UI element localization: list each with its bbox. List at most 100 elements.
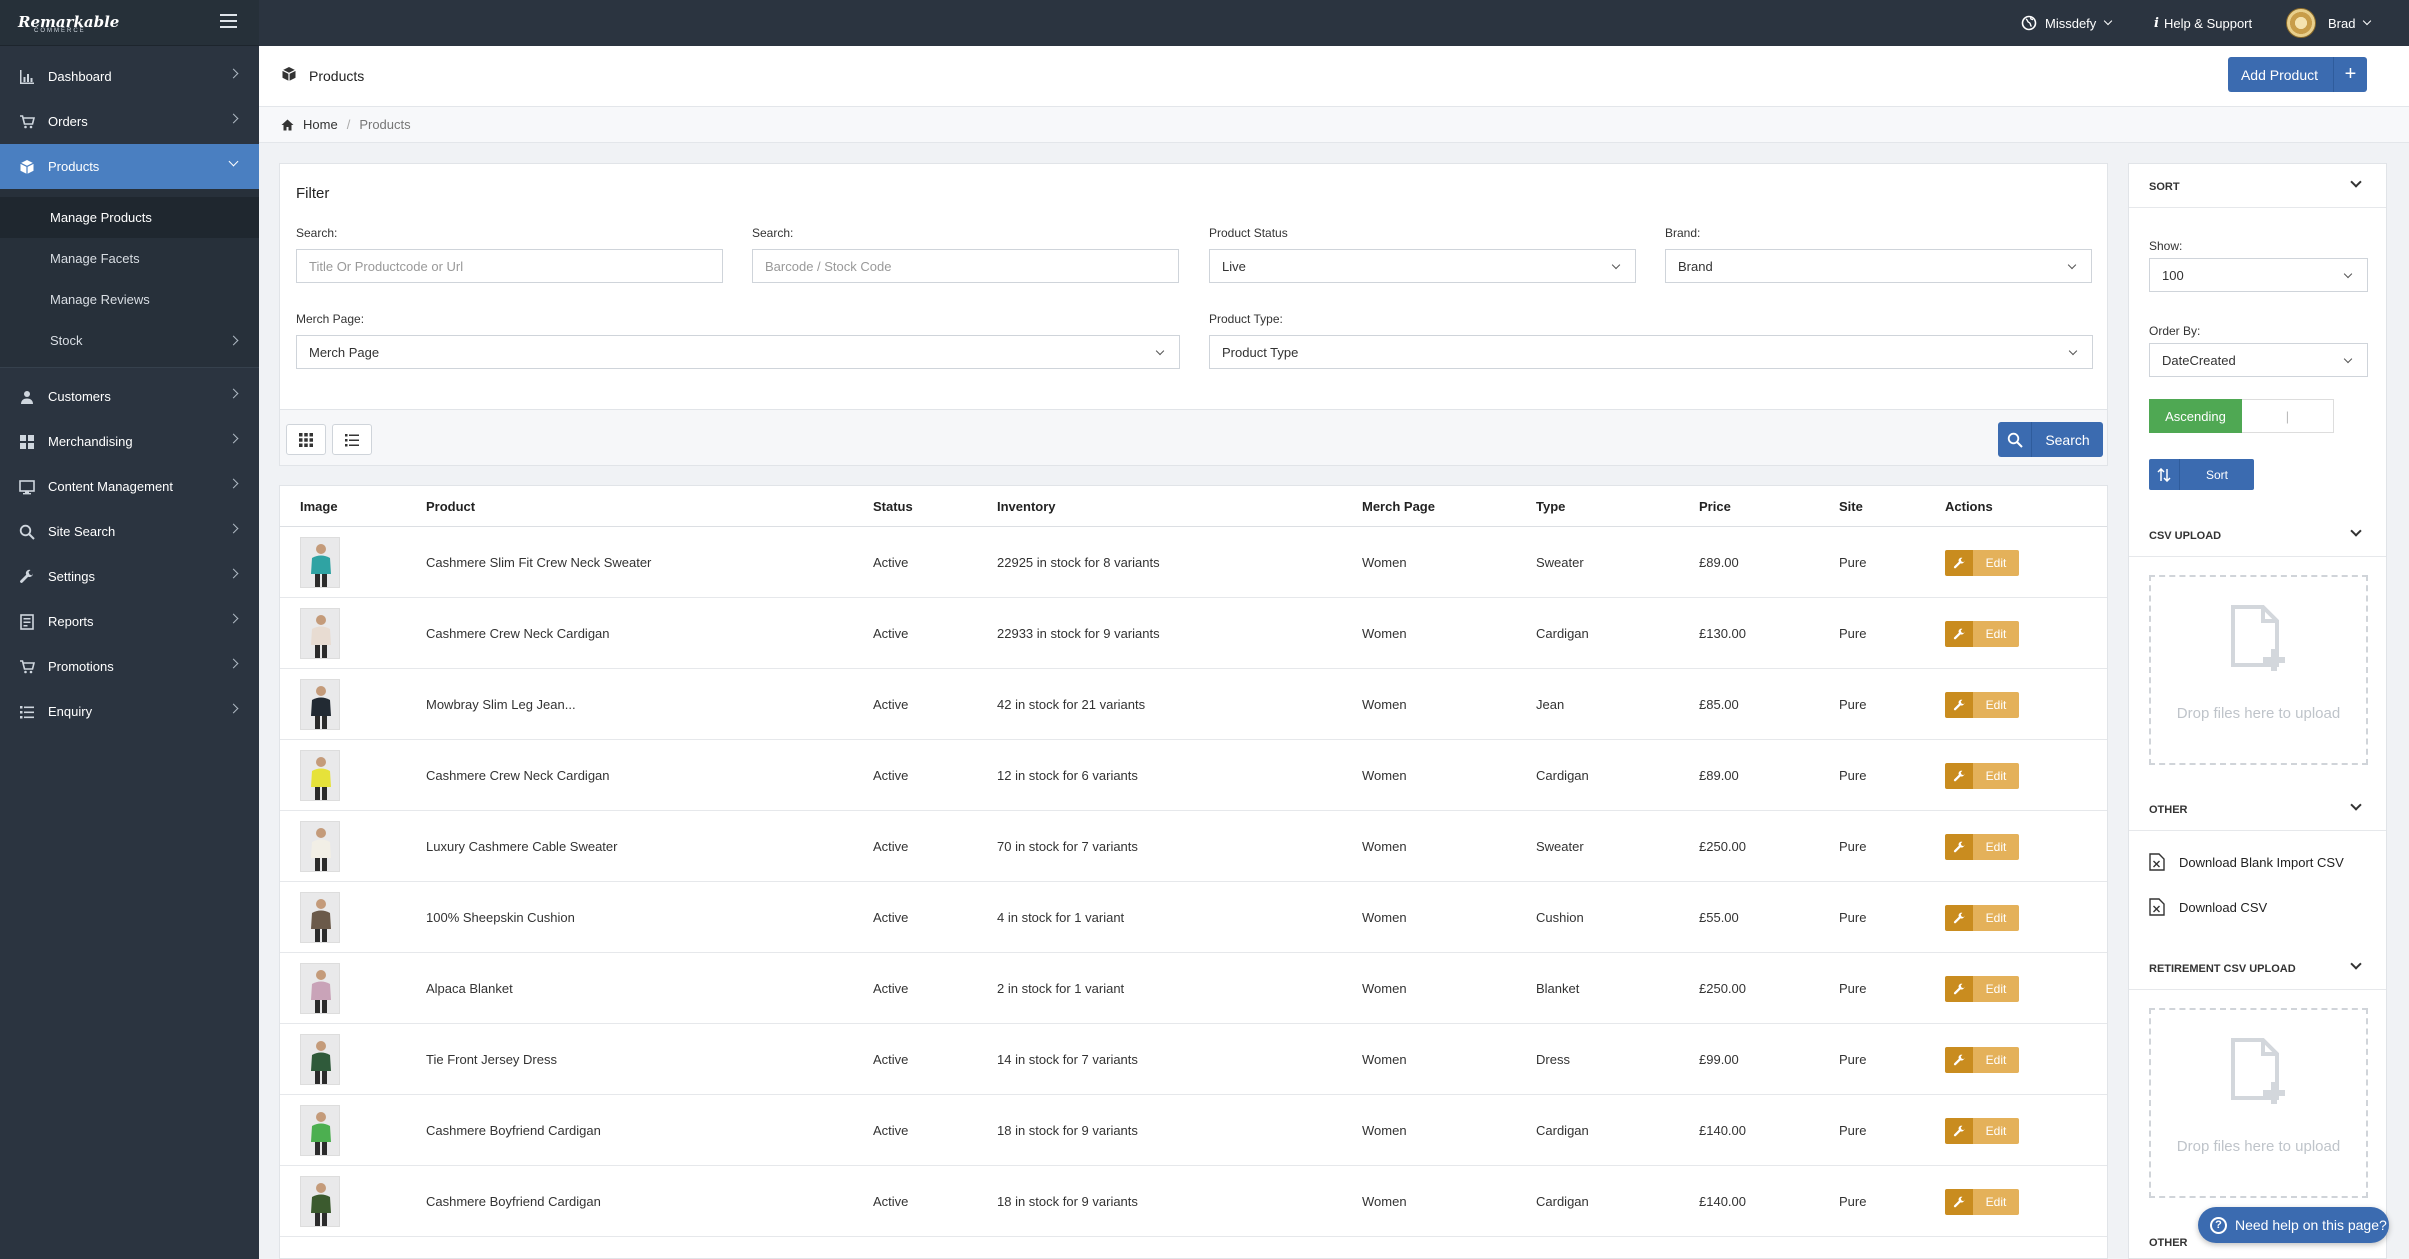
grid-icon	[298, 432, 314, 448]
search-button[interactable]: Search	[1998, 422, 2103, 457]
retirement-csv-section-header[interactable]: RETIREMENT CSV UPLOAD	[2129, 946, 2386, 990]
other-section-header[interactable]: OTHER	[2129, 787, 2386, 831]
download-blank-csv-link[interactable]: Download Blank Import CSV	[2149, 852, 2344, 872]
show-select[interactable]: 100	[2149, 258, 2368, 292]
add-product-button[interactable]: Add Product +	[2228, 57, 2367, 92]
sidebar-item-content-management[interactable]: Content Management	[0, 464, 259, 509]
product-status-value: Live	[1222, 258, 1246, 274]
cell-type: Sweater	[1536, 555, 1584, 570]
grid-view-button[interactable]	[286, 424, 326, 455]
user-menu[interactable]: Brad	[2286, 0, 2372, 46]
sidebar-item-site-search[interactable]: Site Search	[0, 509, 259, 554]
cell-product-name[interactable]: Cashmere Crew Neck Cardigan	[426, 768, 610, 783]
breadcrumb-home[interactable]: Home	[281, 117, 338, 132]
chevron-down-icon	[2350, 799, 2362, 811]
ascending-toggle[interactable]: Ascending |	[2149, 399, 2334, 433]
bar-chart-icon	[18, 68, 36, 86]
cell-type: Dress	[1536, 1052, 1570, 1067]
sidebar-item-label: Reports	[48, 614, 94, 629]
sidebar-item-enquiry[interactable]: Enquiry	[0, 689, 259, 734]
edit-label: Edit	[1973, 1189, 2019, 1215]
product-thumbnail[interactable]	[300, 608, 340, 659]
product-thumbnail[interactable]	[300, 963, 340, 1014]
cell-merch-page: Women	[1362, 697, 1407, 712]
retirement-csv-title: RETIREMENT CSV UPLOAD	[2149, 963, 2296, 975]
help-support-link[interactable]: i Help & Support	[2154, 0, 2252, 46]
hamburger-menu-icon[interactable]	[220, 14, 237, 28]
sort-button[interactable]: Sort	[2149, 459, 2254, 490]
sidebar-subitem-stock[interactable]: Stock	[0, 320, 259, 361]
brand-select[interactable]: Brand	[1665, 249, 2092, 283]
retirement-dropzone[interactable]: Drop files here to upload	[2149, 1008, 2368, 1198]
edit-button[interactable]: Edit	[1945, 692, 2019, 718]
merch-page-select[interactable]: Merch Page	[296, 335, 1180, 369]
table-row: Cashmere Boyfriend Cardigan Active 18 in s…	[280, 1166, 2107, 1237]
table-row: Mowbray Slim Leg Jean... Active 42 in stoc…	[280, 669, 2107, 740]
product-type-select[interactable]: Product Type	[1209, 335, 2093, 369]
cell-type: Sweater	[1536, 839, 1584, 854]
edit-label: Edit	[1973, 763, 2019, 789]
edit-button[interactable]: Edit	[1945, 763, 2019, 789]
sidebar-item-merchandising[interactable]: Merchandising	[0, 419, 259, 464]
cell-site: Pure	[1839, 910, 1867, 925]
edit-button[interactable]: Edit	[1945, 976, 2019, 1002]
logo[interactable]: Remarkable COMMERCE	[0, 0, 259, 46]
edit-button[interactable]: Edit	[1945, 1189, 2019, 1215]
sidebar-item-settings[interactable]: Settings	[0, 554, 259, 599]
cell-merch-page: Women	[1362, 981, 1407, 996]
table-row: Cashmere Boyfriend Cardigan Active 18 in s…	[280, 1095, 2107, 1166]
wrench-icon	[1945, 550, 1973, 576]
sidebar-subitem-manage-products[interactable]: Manage Products	[0, 197, 259, 238]
sidebar-item-label: Site Search	[48, 524, 116, 539]
edit-button[interactable]: Edit	[1945, 1118, 2019, 1144]
product-thumbnail[interactable]	[300, 892, 340, 943]
download-csv-link[interactable]: Download CSV	[2149, 897, 2267, 917]
product-thumbnail[interactable]	[300, 1034, 340, 1085]
product-thumbnail[interactable]	[300, 821, 340, 872]
csv-dropzone[interactable]: Drop files here to upload	[2149, 575, 2368, 765]
list-view-button[interactable]	[332, 424, 372, 455]
cell-product-name[interactable]: Mowbray Slim Leg Jean...	[426, 697, 576, 712]
need-help-button[interactable]: ? Need help on this page?	[2198, 1207, 2389, 1243]
subitem-label: Stock	[50, 333, 83, 348]
search-barcode-input[interactable]: Barcode / Stock Code	[752, 249, 1179, 283]
cell-price: £99.00	[1699, 1052, 1739, 1067]
edit-button[interactable]: Edit	[1945, 550, 2019, 576]
search-title-input[interactable]: Title Or Productcode or Url	[296, 249, 723, 283]
site-selector[interactable]: Missdefy	[2021, 0, 2113, 46]
sidebar-item-dashboard[interactable]: Dashboard	[0, 54, 259, 99]
product-thumbnail[interactable]	[300, 537, 340, 588]
sidebar-item-orders[interactable]: Orders	[0, 99, 259, 144]
edit-button[interactable]: Edit	[1945, 1047, 2019, 1073]
product-thumbnail[interactable]	[300, 679, 340, 730]
sidebar-item-products[interactable]: Products	[0, 144, 259, 189]
cell-product-name[interactable]: Cashmere Slim Fit Crew Neck Sweater	[426, 555, 651, 570]
edit-button[interactable]: Edit	[1945, 905, 2019, 931]
sidebar-item-promotions[interactable]: Promotions	[0, 644, 259, 689]
cell-product-name[interactable]: Tie Front Jersey Dress	[426, 1052, 557, 1067]
product-thumbnail[interactable]	[300, 1105, 340, 1156]
cell-site: Pure	[1839, 626, 1867, 641]
order-by-select[interactable]: DateCreated	[2149, 343, 2368, 377]
edit-button[interactable]: Edit	[1945, 621, 2019, 647]
cell-product-name[interactable]: Cashmere Crew Neck Cardigan	[426, 626, 610, 641]
sidebar-subitem-manage-reviews[interactable]: Manage Reviews	[0, 279, 259, 320]
sort-section-header[interactable]: SORT	[2129, 164, 2386, 208]
caret-down-icon	[2104, 16, 2113, 26]
product-thumbnail[interactable]	[300, 1176, 340, 1227]
sidebar-item-reports[interactable]: Reports	[0, 599, 259, 644]
breadcrumb: Home / Products	[259, 107, 2409, 143]
sidebar-subitem-manage-facets[interactable]: Manage Facets	[0, 238, 259, 279]
product-type-value: Product Type	[1222, 344, 1299, 360]
product-status-select[interactable]: Live	[1209, 249, 1636, 283]
cell-product-name[interactable]: Cashmere Boyfriend Cardigan	[426, 1123, 601, 1138]
csv-upload-section-header[interactable]: CSV UPLOAD	[2129, 513, 2386, 557]
sidebar-item-customers[interactable]: Customers	[0, 374, 259, 419]
cell-product-name[interactable]: Cashmere Boyfriend Cardigan	[426, 1194, 601, 1209]
edit-button[interactable]: Edit	[1945, 834, 2019, 860]
cell-product-name[interactable]: Alpaca Blanket	[426, 981, 513, 996]
cell-product-name[interactable]: Luxury Cashmere Cable Sweater	[426, 839, 617, 854]
column-header-product: Product	[426, 499, 476, 514]
cell-product-name[interactable]: 100% Sheepskin Cushion	[426, 910, 575, 925]
product-thumbnail[interactable]	[300, 750, 340, 801]
